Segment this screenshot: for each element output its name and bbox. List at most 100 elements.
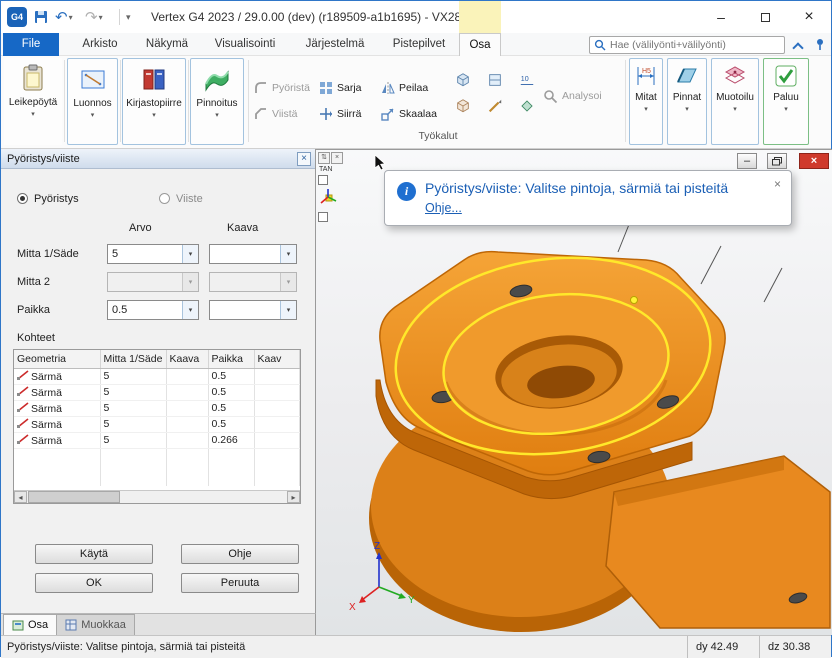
scale-button[interactable]: Skaalaa: [381, 104, 437, 124]
fillet-radio-label[interactable]: Pyöristys: [34, 193, 79, 205]
dim1-formula-combo[interactable]: ▾: [209, 244, 297, 264]
tab-file[interactable]: File: [3, 33, 59, 56]
panel-header[interactable]: Pyöristys/viiste ×: [1, 149, 315, 169]
dropdown-icon[interactable]: ▾: [91, 111, 95, 119]
tab-pistepilvet[interactable]: Pistepilvet: [381, 33, 457, 56]
col-mitta[interactable]: Mitta 1/Säde: [100, 350, 166, 368]
clipboard-button[interactable]: Leikepöytä ▾: [4, 58, 62, 145]
search-icon: [594, 39, 606, 51]
minimize-button[interactable]: –: [699, 1, 743, 33]
dropdown-icon[interactable]: ▾: [215, 111, 219, 119]
dropdown-icon[interactable]: ▾: [784, 105, 788, 113]
diamond-tool-button[interactable]: [517, 96, 537, 116]
mdi-minimize-button[interactable]: –: [737, 153, 757, 169]
dropdown-icon[interactable]: ▾: [31, 110, 35, 118]
dim1-value-combo[interactable]: 5▾: [107, 244, 199, 264]
tab-visualisointi[interactable]: Visualisointi: [201, 33, 289, 56]
ok-button[interactable]: OK: [35, 573, 153, 593]
save-icon[interactable]: [33, 5, 49, 29]
tab-arkisto[interactable]: Arkisto: [69, 33, 131, 56]
undo-dropdown-icon[interactable]: ▾: [69, 13, 73, 22]
solid-tool-button[interactable]: [453, 70, 473, 90]
mdi-restore-button[interactable]: [767, 153, 787, 169]
qat-customize-icon[interactable]: ▾: [126, 5, 131, 29]
coating-button[interactable]: Pinnoitus ▾: [190, 58, 244, 145]
redo-dropdown-icon[interactable]: ▾: [99, 13, 103, 22]
snap-checkbox[interactable]: [318, 175, 328, 185]
pattern-button[interactable]: Sarja: [319, 78, 362, 98]
table-row[interactable]: Särmä 50.5: [14, 384, 300, 400]
cancel-button[interactable]: Peruuta: [181, 573, 299, 593]
sketch-pen-button[interactable]: [485, 96, 505, 116]
solid-tool-button[interactable]: [453, 96, 473, 116]
search-input[interactable]: [610, 39, 784, 51]
scroll-right-icon[interactable]: ▸: [287, 491, 300, 503]
dimension-10-button[interactable]: 10: [517, 70, 537, 90]
chevron-down-icon[interactable]: ▾: [280, 301, 296, 319]
position-formula-combo[interactable]: ▾: [209, 300, 297, 320]
chamfer-radio-label[interactable]: Viiste: [176, 193, 203, 205]
dropdown-icon[interactable]: ▾: [644, 105, 648, 113]
chamfer-tool-button[interactable]: Viistä: [254, 104, 298, 124]
redo-button[interactable]: ↷▾: [85, 5, 106, 29]
scale-icon: [381, 107, 395, 121]
forming-button[interactable]: Muotoilu ▾: [711, 58, 759, 145]
search-box[interactable]: [589, 36, 785, 54]
chamfer-radio[interactable]: [159, 193, 170, 205]
fillet-tool-button[interactable]: Pyöristä: [254, 78, 310, 98]
surfaces-button[interactable]: Pinnat ▾: [667, 58, 707, 145]
tab-jarjestelma[interactable]: Järjestelmä: [293, 33, 377, 56]
undo-button[interactable]: ↶▾: [55, 5, 76, 29]
pin-ribbon-icon[interactable]: [813, 37, 827, 54]
selection-point[interactable]: [631, 297, 638, 304]
help-button[interactable]: Ohje: [181, 544, 299, 564]
dimensions-button[interactable]: H5 Mitat ▾: [629, 58, 663, 145]
table-row[interactable]: Särmä 50.5: [14, 400, 300, 416]
app-window: G4 ↶▾ ↷▾ ▾ Vertex G4 2023 / 29.0.00 (dev…: [0, 0, 832, 657]
doc-tab-muokkaa[interactable]: Muokkaa: [57, 614, 135, 635]
dropdown-icon[interactable]: ▾: [733, 105, 737, 113]
table-row[interactable]: Särmä 50.5: [14, 368, 300, 384]
scroll-left-icon[interactable]: ◂: [14, 491, 27, 503]
dropdown-icon[interactable]: ▾: [152, 111, 156, 119]
viewport-mini-toolbar: ⇅ × TAN: [318, 152, 348, 222]
help-link[interactable]: Ohje...: [425, 201, 462, 215]
dropdown-icon[interactable]: ▾: [685, 105, 689, 113]
horizontal-scrollbar[interactable]: ◂ ▸: [14, 490, 300, 503]
solid-tool-button[interactable]: [485, 70, 505, 90]
col-kaav2[interactable]: Kaav: [254, 350, 300, 368]
apply-button[interactable]: Käytä: [35, 544, 153, 564]
library-feature-button[interactable]: Kirjastopiirre ▾: [122, 58, 186, 145]
col-geometria[interactable]: Geometria: [14, 350, 100, 368]
mini-close-icon[interactable]: ×: [331, 152, 343, 164]
dock-arrows-icon[interactable]: ⇅: [318, 152, 330, 164]
tab-osa[interactable]: Osa: [459, 33, 501, 56]
fillet-radio[interactable]: [17, 193, 28, 205]
mirror-button[interactable]: Peilaa: [381, 78, 428, 98]
col-paikka[interactable]: Paikka: [208, 350, 254, 368]
collapse-ribbon-icon[interactable]: [792, 42, 803, 53]
doc-tab-osa[interactable]: Osa: [3, 614, 57, 635]
tab-nakyma[interactable]: Näkymä: [137, 33, 197, 56]
table-row[interactable]: Särmä 50.266: [14, 432, 300, 448]
mdi-close-button[interactable]: ×: [799, 153, 829, 169]
position-value-combo[interactable]: 0.5▾: [107, 300, 199, 320]
title-bar: G4 ↶▾ ↷▾ ▾ Vertex G4 2023 / 29.0.00 (dev…: [1, 1, 831, 33]
scrollbar-thumb[interactable]: [28, 491, 120, 503]
return-button[interactable]: Paluu ▾: [763, 58, 809, 145]
3d-viewport[interactable]: Z Y X ⇅ × TAN i Pyöristys/viiste: Val: [316, 149, 832, 635]
banner-close-icon[interactable]: ×: [774, 177, 781, 191]
grid-checkbox[interactable]: [318, 212, 328, 222]
move-button[interactable]: Siirrä: [319, 104, 362, 124]
close-button[interactable]: ×: [787, 1, 831, 33]
ucs-icon[interactable]: [318, 187, 338, 210]
sketch-button[interactable]: Luonnos ▾: [67, 58, 118, 145]
chevron-down-icon[interactable]: ▾: [182, 301, 198, 319]
table-row[interactable]: Särmä 50.5: [14, 416, 300, 432]
chevron-down-icon[interactable]: ▾: [280, 245, 296, 263]
chevron-down-icon[interactable]: ▾: [182, 245, 198, 263]
analyze-button[interactable]: Analysoi: [543, 86, 602, 106]
panel-close-icon[interactable]: ×: [297, 152, 311, 166]
maximize-button[interactable]: [743, 1, 787, 33]
col-kaava[interactable]: Kaava: [166, 350, 208, 368]
